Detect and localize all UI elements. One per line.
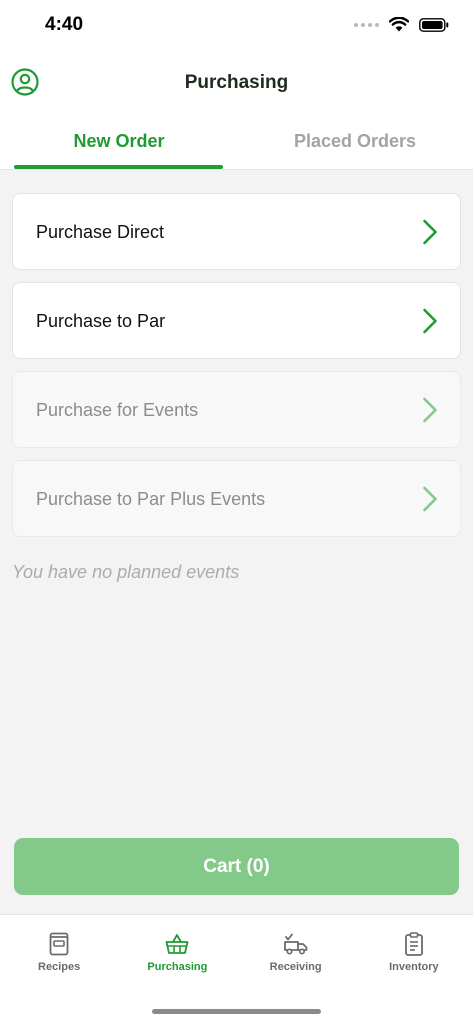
wifi-icon [389,17,409,32]
tab-bar-item-inventory[interactable]: Inventory [355,915,473,986]
delivery-truck-icon [283,933,308,955]
purchase-to-par-option[interactable]: Purchase to Par [12,282,461,359]
active-tab-indicator [14,165,223,169]
tab-bar-item-purchasing[interactable]: Purchasing [118,915,236,986]
tab-placed-orders[interactable]: Placed Orders [250,131,460,152]
no-planned-events-note: You have no planned events [12,562,240,582]
status-bar: 4:40 [0,0,473,50]
home-indicator[interactable] [152,1009,321,1014]
option-label: Purchase Direct [36,222,165,242]
status-icons [354,17,449,32]
tab-bar-label: Recipes [38,961,81,973]
chevron-right-icon [423,486,437,512]
chevron-right-icon [423,397,437,423]
tab-bar-label: Purchasing [147,961,208,973]
tab-bar-item-recipes[interactable]: Recipes [0,915,118,986]
cellular-signal-icon [354,22,379,27]
purchase-for-events-option[interactable]: Purchase for Events [12,371,461,448]
home-indicator-area [0,986,473,1024]
chevron-right-icon [423,308,437,334]
option-label: Purchase for Events [36,400,199,420]
page-title: Purchasing [184,72,289,93]
recipe-book-icon [49,932,69,956]
clipboard-icon [404,932,423,956]
tab-bar-item-receiving[interactable]: Receiving [237,915,355,986]
bottom-tab-bar: Recipes Purchasing Receiving Inventory [0,914,473,986]
status-time: 4:40 [45,14,84,35]
option-label: Purchase to Par Plus Events [36,489,266,509]
tab-bar-label: Inventory [389,961,439,973]
tab-bar-label: Receiving [269,961,322,973]
header: Purchasing New Order Placed Orders [0,50,473,170]
chevron-right-icon [423,219,437,245]
purchase-direct-option[interactable]: Purchase Direct [12,193,461,270]
purchase-to-par-plus-events-option[interactable]: Purchase to Par Plus Events [12,460,461,537]
option-label: Purchase to Par [36,311,166,331]
battery-icon [419,17,449,32]
cart-button[interactable]: Cart (0) [14,838,459,895]
tab-new-order[interactable]: New Order [14,131,224,152]
basket-icon [165,934,189,954]
